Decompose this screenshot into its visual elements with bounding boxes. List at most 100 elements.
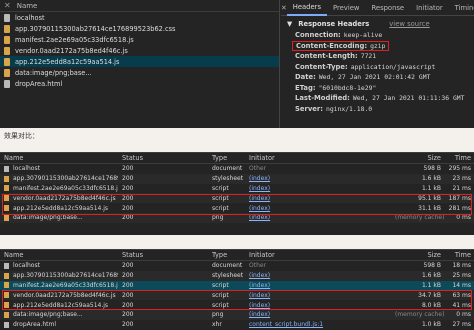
header-row: Connection: keep-alive <box>287 30 468 41</box>
tab-initiator[interactable]: Initiator <box>410 0 449 16</box>
cell-size: 1.6 kB <box>421 175 441 183</box>
cell-size: 1.0 kB <box>421 321 441 329</box>
col-initiator[interactable]: Initiator <box>245 251 345 259</box>
header-row: Content-Length: 7721 <box>287 51 468 62</box>
col-status[interactable]: Status <box>118 154 208 162</box>
cell-size: 598 B <box>423 262 441 270</box>
highlight-box <box>2 194 472 215</box>
cell-time: 27 ms <box>452 321 471 329</box>
col-name[interactable]: Name <box>0 154 118 162</box>
file-icon <box>4 46 10 55</box>
file-list-item[interactable]: vendor.0aad2172a75b8ed4f46c.js <box>0 45 279 56</box>
file-icon <box>4 24 10 33</box>
file-name: dropArea.html <box>15 79 63 88</box>
row-name: manifest.2ae2e69a05c33dfc6518.js <box>13 184 118 192</box>
file-list-item[interactable]: app.212e5edd8a12c59aa514.js <box>0 56 279 67</box>
cell-initiator[interactable]: (index) <box>245 185 345 192</box>
file-list-item[interactable]: dropArea.html <box>0 78 279 89</box>
cell-type: document <box>212 262 243 270</box>
cell-name: data:image/png;base... <box>0 311 118 318</box>
header-row: Server: nginx/1.18.0 <box>287 104 468 115</box>
file-list-item[interactable]: manifest.2ae2e69a05c33dfc6518.js <box>0 34 279 45</box>
file-icon <box>4 311 9 318</box>
cell-status: 200 <box>122 281 134 289</box>
table-row[interactable]: localhost 200 document Other 598 B 18 ms <box>0 261 474 271</box>
cell-initiator[interactable]: (index) <box>245 214 345 221</box>
cell-type: png <box>212 311 224 319</box>
cell-initiator[interactable]: (index) <box>245 282 345 289</box>
col-type[interactable]: Type <box>208 154 245 162</box>
cell-time: 14 ms <box>452 281 471 289</box>
file-icon <box>4 272 9 279</box>
table-row[interactable]: app.3079011530​0ab27614ce176899523b62.cs… <box>0 270 474 281</box>
header-value: nginx/1.18.0 <box>325 104 373 113</box>
cell-status: 200 <box>122 311 134 319</box>
highlight-box <box>2 290 472 310</box>
tab-preview[interactable]: Preview <box>327 0 365 16</box>
table-row[interactable]: manifest.2ae2e69a05c33dfc6518.js 200 scrip… <box>0 280 474 291</box>
cell-time: 295 ms <box>448 165 471 173</box>
col-status[interactable]: Status <box>118 251 208 259</box>
cell-name: app.3079011530​0ab27614ce176899523b62.cs… <box>0 272 118 279</box>
table-row[interactable]: app.3079011530​0ab27614ce176899523b62.cs… <box>0 173 474 184</box>
tab-headers[interactable]: Headers <box>286 0 327 16</box>
header-key: Content-Encoding: <box>296 41 368 50</box>
view-source-link[interactable]: view source <box>389 20 429 28</box>
header-value: 7721 <box>360 52 377 61</box>
file-list-item[interactable]: data:image/png;base... <box>0 67 279 78</box>
cell-initiator[interactable]: content_script.bundl.js:1 <box>245 321 345 328</box>
expand-triangle-icon: ▼ <box>287 20 293 28</box>
table-header: Name Status Type Initiator Size Time <box>0 152 474 164</box>
col-initiator[interactable]: Initiator <box>245 154 345 162</box>
cell-status: 200 <box>122 214 134 222</box>
cell-type: xhr <box>212 321 222 329</box>
tab-response[interactable]: Response <box>365 0 410 16</box>
col-time[interactable]: Time <box>445 251 474 259</box>
header-row: Content-Type: application/javascript <box>287 62 468 73</box>
header-value: application/javascript <box>350 62 436 71</box>
network-table-after: Name Status Type Initiator Size Time loc… <box>0 249 474 328</box>
header-key: Content-Length: <box>295 52 358 61</box>
table-row[interactable]: dropArea.html 200 xhr content_script.bundl.… <box>0 320 474 330</box>
cell-status: 200 <box>122 175 134 183</box>
cell-name: localhost <box>0 165 118 172</box>
tab-timing[interactable]: Timing <box>449 0 474 16</box>
cell-initiator[interactable]: (index) <box>245 311 345 318</box>
cell-name: manifest.2ae2e69a05c33dfc6518.js <box>0 185 118 192</box>
document-icon <box>4 13 10 22</box>
cell-status: 200 <box>122 184 134 192</box>
cell-size: 1.6 kB <box>421 272 441 280</box>
cell-time: 18 ms <box>452 262 471 270</box>
header-value: Wed, 27 Jan 2021 02:01:42 GMT <box>318 73 431 82</box>
table-row[interactable]: localhost 200 document Other 598 B 295 ms <box>0 164 474 174</box>
header-key: ETag: <box>295 83 316 92</box>
file-name: app.3079011530​0ab27614ce176899523b62.cs… <box>15 24 176 33</box>
cell-type: script <box>212 281 229 289</box>
cell-size: 1.1 kB <box>421 281 441 289</box>
cell-name: manifest.2ae2e69a05c33dfc6518.js <box>0 282 118 289</box>
col-size[interactable]: Size <box>395 251 445 259</box>
cell-type: png <box>212 214 224 222</box>
name-list-header: ✕ Name <box>0 0 279 12</box>
response-headers-section[interactable]: ▼ Response Headers view source <box>287 20 468 28</box>
col-size[interactable]: Size <box>395 154 445 162</box>
file-name: vendor.0aad2172a75b8ed4f46c.js <box>15 46 128 55</box>
cell-time: 0 ms <box>456 214 471 222</box>
cell-initiator[interactable]: (index) <box>245 272 345 279</box>
cell-initiator[interactable]: (index) <box>245 175 345 182</box>
cell-size: (memory cache) <box>395 214 445 222</box>
col-type[interactable]: Type <box>208 251 245 259</box>
close-icon[interactable]: ✕ <box>4 1 11 10</box>
col-time[interactable]: Time <box>445 154 474 162</box>
table-row[interactable]: manifest.2ae2e69a05c33dfc6518.js 200 scrip… <box>0 184 474 194</box>
col-name[interactable]: Name <box>0 251 118 259</box>
table-row[interactable]: data:image/png;base... 200 png (index) (memo… <box>0 309 474 320</box>
header-value: Wed, 27 Jan 2021 01:11:36 GMT <box>352 94 465 103</box>
cell-time: 0 ms <box>456 311 471 319</box>
document-icon <box>4 79 10 88</box>
file-list-item[interactable]: app.3079011530​0ab27614ce176899523b62.cs… <box>0 23 279 34</box>
file-icon <box>4 35 10 44</box>
cell-name: dropArea.html <box>0 321 118 328</box>
file-name: manifest.2ae2e69a05c33dfc6518.js <box>15 35 134 44</box>
file-list-item[interactable]: localhost <box>0 12 279 23</box>
